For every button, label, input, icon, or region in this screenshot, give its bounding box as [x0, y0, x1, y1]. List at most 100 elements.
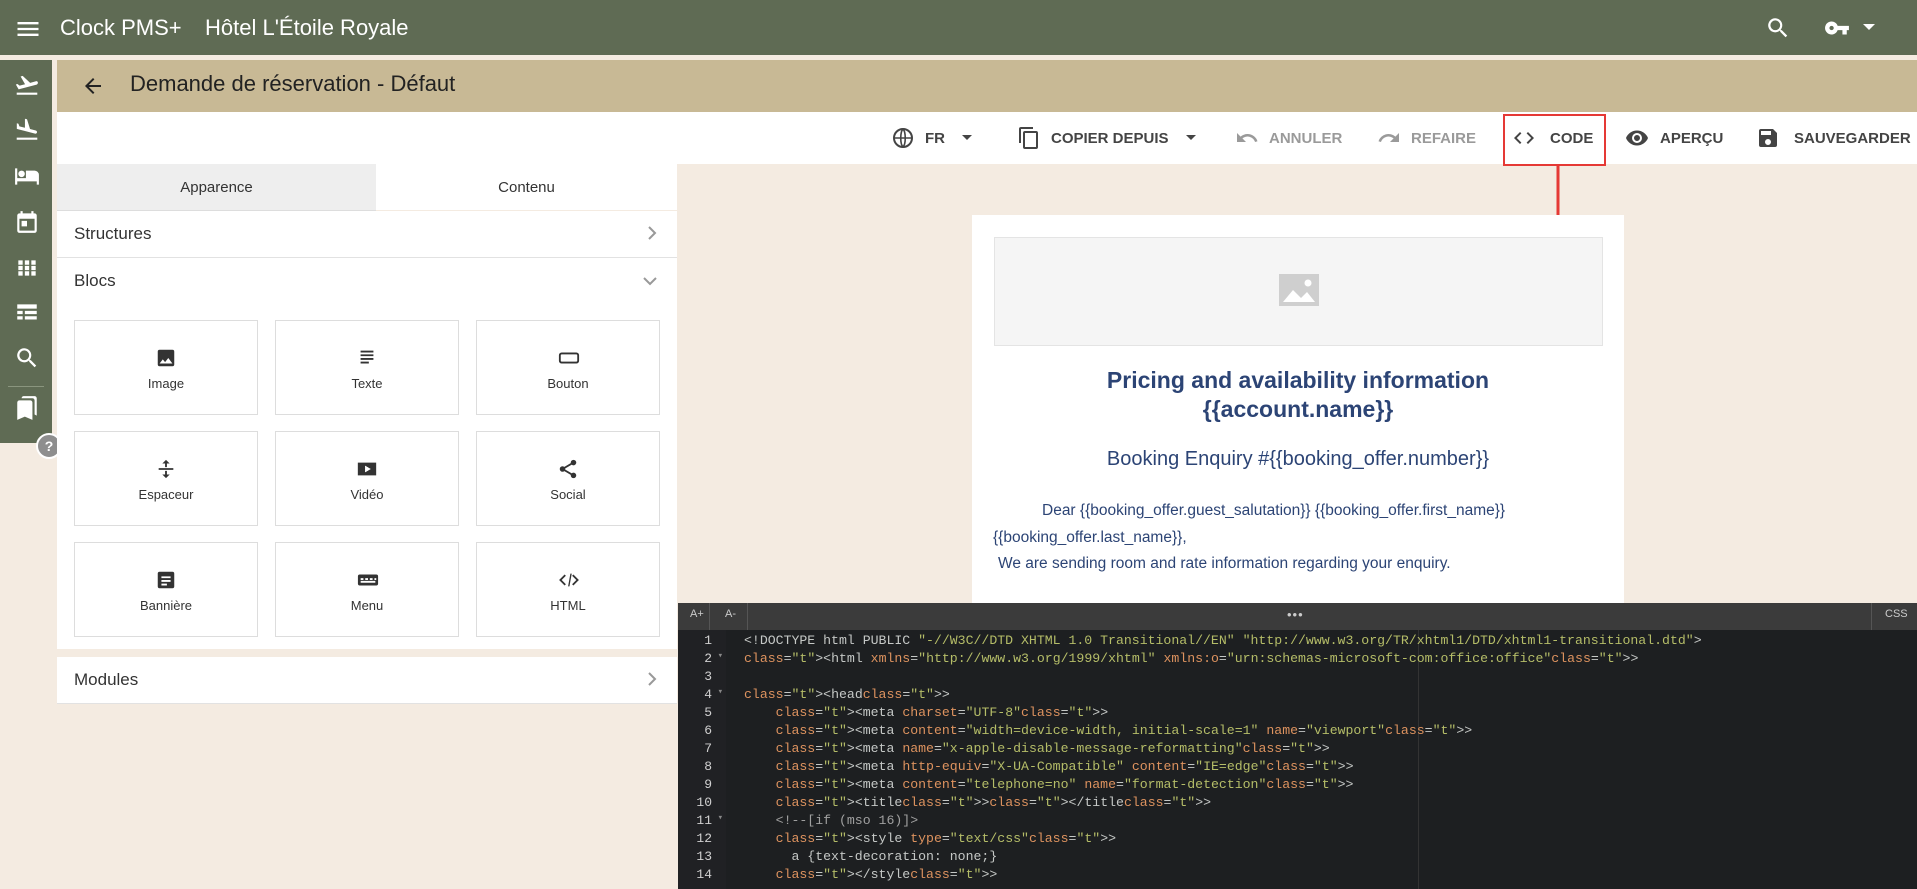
- drag-handle[interactable]: •••: [1287, 607, 1304, 622]
- line-number: 7: [704, 741, 712, 756]
- email-title-line1: Pricing and availability information: [1106, 367, 1490, 393]
- preview-button[interactable]: APERÇU: [1624, 122, 1723, 154]
- email-body[interactable]: Dear {{booking_offer.guest_salutation}} …: [993, 498, 1603, 578]
- email-preview: Pricing and availability information {{a…: [972, 215, 1624, 603]
- image-icon: [155, 347, 177, 369]
- copy-from-button[interactable]: COPIER DEPUIS: [1017, 122, 1197, 154]
- block-label: Menu: [350, 598, 384, 613]
- fold-icon: ▾: [717, 651, 723, 661]
- code-line[interactable]: <!--[if (mso 16)]>: [744, 812, 918, 830]
- menu-icon[interactable]: [14, 15, 42, 43]
- code-line[interactable]: a {text-decoration: none;}: [744, 848, 997, 866]
- code-line[interactable]: class="t"><style type="text/css"class="t…: [744, 830, 1116, 848]
- grid-icon[interactable]: [14, 255, 40, 281]
- code-line[interactable]: class="t"><html xmlns="http://www.w3.org…: [744, 650, 1638, 668]
- block-text[interactable]: Texte: [275, 320, 459, 415]
- code-icon: [557, 569, 581, 591]
- text-icon: [356, 347, 378, 369]
- block-spacer[interactable]: Espaceur: [74, 431, 258, 526]
- bookmarks-icon[interactable]: [14, 395, 40, 421]
- search-icon[interactable]: [14, 345, 40, 371]
- body-line: We are sending room and rate information…: [998, 555, 1451, 572]
- line-number: 5: [704, 705, 712, 720]
- block-button[interactable]: Bouton: [476, 320, 660, 415]
- line-number: 6: [704, 723, 712, 738]
- preview-label: APERÇU: [1660, 129, 1724, 147]
- redo-icon: [1377, 126, 1401, 150]
- tab-content[interactable]: Contenu: [376, 164, 677, 210]
- chevron-down-icon: [1185, 134, 1197, 142]
- block-menu[interactable]: Menu: [275, 542, 459, 637]
- tab-appearance[interactable]: Apparence: [57, 164, 376, 211]
- sidebar: [0, 60, 52, 443]
- code-line[interactable]: class="t"><titleclass="t">>class="t"></t…: [744, 794, 1211, 812]
- font-increase-button[interactable]: A+: [690, 608, 704, 620]
- block-video[interactable]: Vidéo: [275, 431, 459, 526]
- code-line[interactable]: class="t"><meta content="telephone=no" n…: [744, 776, 1354, 794]
- undo-button[interactable]: ANNULER: [1235, 122, 1342, 154]
- blocks-grid: Image Texte Bouton Espaceur Vidéo Social…: [57, 304, 677, 649]
- save-label: SAUVEGARDER: [1794, 129, 1911, 147]
- body-line: Dear {{booking_offer.guest_salutation}} …: [1042, 502, 1506, 519]
- menu-block-icon: [356, 569, 380, 591]
- chevron-down-icon: [643, 276, 657, 286]
- code-line[interactable]: class="t"><meta content="width=device-wi…: [744, 722, 1473, 740]
- line-number: 1: [704, 633, 712, 648]
- share-icon: [557, 458, 579, 480]
- section-structures[interactable]: Structures: [57, 211, 677, 258]
- left-panel: Apparence Contenu Structures Blocs Image…: [57, 164, 677, 889]
- copy-from-label: COPIER DEPUIS: [1051, 129, 1169, 147]
- section-modules[interactable]: Modules: [57, 657, 677, 704]
- page-header: Demande de réservation - Défaut: [57, 60, 1917, 112]
- line-number: 9: [704, 777, 712, 792]
- key-icon[interactable]: [1822, 15, 1852, 41]
- bed-icon[interactable]: [14, 163, 40, 189]
- language-select[interactable]: FR: [891, 122, 973, 154]
- spacer-icon: [155, 458, 177, 480]
- line-number: 13: [696, 849, 712, 864]
- line-number: 4 ▾: [704, 687, 723, 702]
- flight-land-icon[interactable]: [14, 117, 40, 143]
- line-number: 10: [696, 795, 712, 810]
- back-arrow-icon[interactable]: [81, 74, 105, 98]
- block-label: Bannière: [139, 598, 193, 613]
- code-line[interactable]: class="t"></styleclass="t">>: [744, 866, 998, 884]
- line-number: 2 ▾: [704, 651, 723, 666]
- editor-divider: [1871, 603, 1872, 630]
- code-line[interactable]: class="t"><meta name="x-apple-disable-me…: [744, 740, 1330, 758]
- code-editor[interactable]: A+ A- ••• CSS 1 2 ▾ 3 4 ▾ 5 6 7 8 9 10 11 ▾…: [678, 603, 1917, 889]
- block-social[interactable]: Social: [476, 431, 660, 526]
- undo-icon: [1235, 126, 1259, 150]
- image-placeholder-icon: [1279, 274, 1319, 306]
- line-number: 14: [696, 867, 712, 882]
- block-image[interactable]: Image: [74, 320, 258, 415]
- search-icon[interactable]: [1765, 15, 1791, 41]
- code-line[interactable]: class="t"><meta http-equiv="X-UA-Compati…: [744, 758, 1354, 776]
- image-placeholder[interactable]: [994, 237, 1603, 346]
- redo-label: REFAIRE: [1411, 129, 1477, 147]
- block-banner[interactable]: Bannière: [74, 542, 258, 637]
- code-line[interactable]: <!DOCTYPE html PUBLIC "-//W3C//DTD XHTML…: [744, 632, 1702, 650]
- code-line[interactable]: class="t"><headclass="t">>: [744, 686, 950, 704]
- save-button[interactable]: SAUVEGARDER: [1756, 122, 1911, 154]
- code-area[interactable]: <!DOCTYPE html PUBLIC "-//W3C//DTD XHTML…: [744, 630, 1917, 889]
- flight-takeoff-icon[interactable]: [14, 72, 40, 98]
- sidebar-divider: [8, 386, 44, 387]
- code-line[interactable]: class="t"><meta charset="UTF-8"class="t"…: [744, 704, 1108, 722]
- table-icon[interactable]: [14, 300, 40, 326]
- email-title[interactable]: Pricing and availability information {{a…: [972, 366, 1624, 424]
- block-html[interactable]: HTML: [476, 542, 660, 637]
- block-label: Espaceur: [138, 487, 194, 502]
- redo-button[interactable]: REFAIRE: [1377, 122, 1476, 154]
- fold-icon: ▾: [717, 687, 723, 697]
- fold-icon: ▾: [717, 813, 723, 823]
- button-icon: [557, 347, 581, 369]
- calendar-icon[interactable]: [14, 209, 40, 235]
- email-subtitle[interactable]: Booking Enquiry #{{booking_offer.number}…: [972, 448, 1624, 471]
- code-button-highlight: [1503, 114, 1606, 166]
- eye-icon: [1624, 126, 1650, 150]
- css-tab[interactable]: CSS: [1885, 608, 1908, 620]
- font-decrease-button[interactable]: A-: [725, 608, 736, 620]
- chevron-down-icon[interactable]: [1862, 22, 1876, 32]
- section-blocks[interactable]: Blocs: [57, 258, 677, 305]
